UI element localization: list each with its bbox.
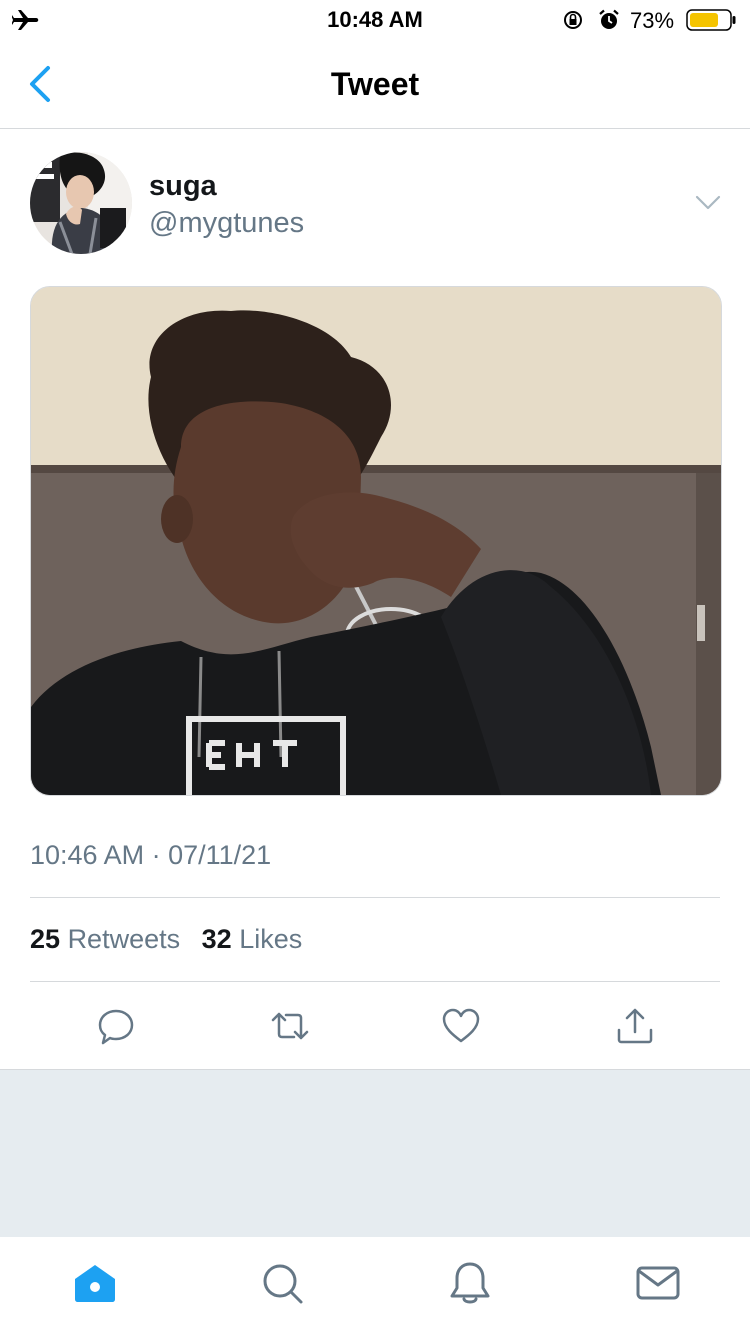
empty-replies-area [0, 1069, 750, 1238]
tweet-media[interactable] [30, 286, 722, 796]
rotation-lock-icon [564, 11, 582, 29]
share-icon[interactable] [615, 1006, 655, 1046]
tweet-timestamp: 10:46 AM · 07/11/21 [30, 840, 272, 870]
retweets-stat[interactable]: 25 Retweets [30, 924, 180, 954]
battery-percent: 73% [630, 8, 675, 33]
tweet-photo [31, 287, 721, 795]
retweets-count: 25 [30, 924, 61, 954]
page-title: Tweet [330, 66, 420, 102]
likes-label: Likes [239, 924, 303, 954]
divider [30, 897, 720, 898]
battery-icon [686, 9, 736, 31]
chevron-down-icon[interactable] [694, 190, 722, 214]
status-bar: 10:48 AM 73% [0, 0, 750, 40]
reply-icon[interactable] [96, 1006, 136, 1046]
notifications-icon[interactable] [446, 1259, 494, 1307]
tweet-stats: 25 Retweets 32 Likes [30, 924, 316, 955]
likes-count: 32 [201, 924, 232, 954]
likes-stat[interactable]: 32 Likes [202, 924, 303, 954]
author-handle[interactable]: @mygtunes [149, 207, 304, 240]
like-icon[interactable] [441, 1006, 481, 1046]
nav-bar: Tweet [0, 40, 750, 129]
home-icon[interactable] [71, 1259, 119, 1307]
author-name[interactable]: suga [149, 170, 217, 203]
avatar-photo [30, 152, 132, 254]
alarm-icon [599, 9, 619, 29]
search-icon[interactable] [258, 1259, 306, 1307]
messages-icon[interactable] [634, 1259, 682, 1307]
avatar[interactable] [30, 152, 132, 254]
retweets-label: Retweets [67, 924, 181, 954]
divider [30, 981, 720, 982]
retweet-icon[interactable] [270, 1006, 310, 1046]
tab-bar [0, 1237, 750, 1334]
